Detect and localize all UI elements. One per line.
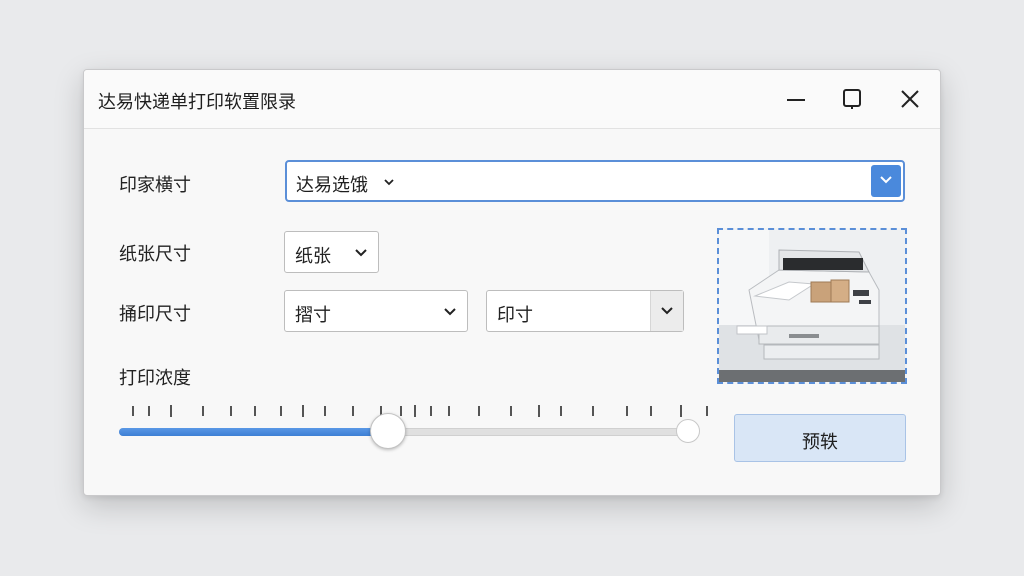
maximize-icon xyxy=(843,89,861,109)
slider-end-cap xyxy=(676,419,700,443)
template-label: 印家横寸 xyxy=(119,175,191,196)
chevron-down-icon xyxy=(880,176,892,184)
preview-button-label: 预轶 xyxy=(802,432,838,453)
minimize-button[interactable] xyxy=(781,84,811,114)
paper-size-label: 纸张尺寸 xyxy=(119,244,191,265)
density-slider-ticks xyxy=(132,405,708,422)
slider-tick xyxy=(430,406,432,416)
slider-tick xyxy=(626,406,628,416)
close-button[interactable] xyxy=(895,84,925,114)
print-size-label: 捅印尺寸 xyxy=(119,304,191,325)
slider-tick xyxy=(414,405,416,417)
print-size-select-2[interactable]: 印寸 xyxy=(486,290,684,332)
slider-tick xyxy=(560,406,562,416)
close-icon xyxy=(901,90,919,108)
title-bar: 达易快递单打印软置限录 xyxy=(84,70,940,129)
template-combobox[interactable]: 达易选饿 xyxy=(285,160,905,202)
preview-button[interactable]: 预轶 xyxy=(734,414,906,462)
slider-tick xyxy=(230,406,232,416)
chevron-down-icon xyxy=(355,249,367,257)
slider-tick xyxy=(148,406,150,416)
printer-illustration xyxy=(719,230,905,382)
window-title: 达易快递单打印软置限录 xyxy=(98,92,296,113)
slider-tick xyxy=(400,406,402,416)
slider-tick xyxy=(170,405,172,417)
template-dropdown-button[interactable] xyxy=(871,165,901,197)
paper-size-value: 纸张 xyxy=(295,246,331,267)
slider-tick xyxy=(324,406,326,416)
maximize-button[interactable] xyxy=(837,84,867,114)
slider-tick xyxy=(280,406,282,416)
slider-tick xyxy=(650,406,652,416)
print-settings-window: 达易快递单打印软置限录 印家横寸 达易选饿 纸张尺寸 纸张 捅印尺寸 摺寸 印寸 xyxy=(83,69,941,496)
print-size-dropdown-button[interactable] xyxy=(650,291,683,331)
slider-tick xyxy=(478,406,480,416)
template-value: 达易选饿 xyxy=(296,175,368,196)
density-slider-thumb[interactable] xyxy=(370,413,406,449)
slider-tick xyxy=(202,406,204,416)
slider-tick xyxy=(680,405,682,417)
chevron-down-icon xyxy=(384,179,394,186)
chevron-down-icon xyxy=(444,308,456,316)
slider-tick xyxy=(510,406,512,416)
slider-tick xyxy=(538,405,540,417)
slider-tick xyxy=(132,406,134,416)
slider-tick xyxy=(302,405,304,417)
print-size-value-2: 印寸 xyxy=(497,305,533,326)
print-size-select-1[interactable]: 摺寸 xyxy=(284,290,468,332)
density-label: 打印浓度 xyxy=(119,368,191,389)
paper-size-select[interactable]: 纸张 xyxy=(284,231,379,273)
density-slider-fill xyxy=(119,428,387,436)
minimize-icon xyxy=(787,99,805,101)
printer-preview-image xyxy=(717,228,907,384)
print-size-value-1: 摺寸 xyxy=(295,305,331,326)
slider-tick xyxy=(254,406,256,416)
slider-tick xyxy=(706,406,708,416)
slider-tick xyxy=(448,406,450,416)
slider-tick xyxy=(352,406,354,416)
chevron-down-icon xyxy=(661,307,673,315)
slider-tick xyxy=(592,406,594,416)
